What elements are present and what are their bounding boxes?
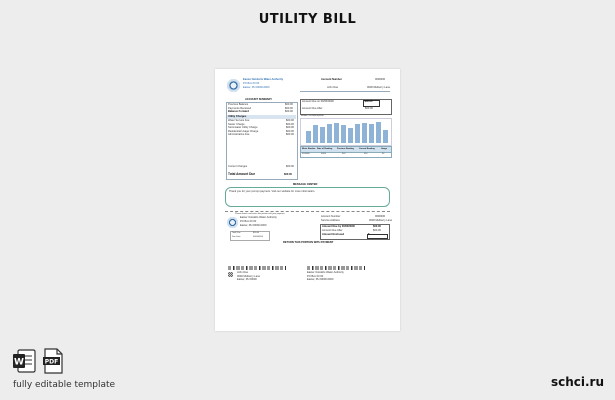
amount-due-value: $00.00: [364, 100, 373, 103]
current-charges-value: $00.00: [286, 165, 294, 168]
usage-chart: [300, 118, 392, 146]
remit-city: Easter, Pk 00000-0000: [307, 278, 334, 281]
usage-bar: [383, 129, 388, 143]
stub-enclosed-value: $: [368, 233, 370, 236]
usage-bar: [313, 125, 318, 143]
usage-bars: [305, 121, 389, 143]
total-due-value: $00.00: [284, 172, 292, 176]
mail-to-city: Easter, Pk 00000: [237, 278, 257, 281]
usage-header-cell: Date of Reading: [317, 148, 333, 150]
amount-enclosed-field[interactable]: [367, 233, 388, 240]
usage-header-cell: Previous Reading: [337, 148, 354, 150]
amount-after-value: $00.00: [365, 107, 373, 110]
return-portion-label: RETURN THIS PORTION WITH PAYMENT: [283, 241, 334, 244]
amount-after-label: Amount Due After: [302, 107, 323, 110]
site-name: schci.ru: [550, 375, 604, 389]
usage-value-cell: 0000000: [302, 153, 310, 155]
summary-row-label: Balance Forward: [228, 110, 249, 113]
usage-table: Meter Number Date of Reading Previous Re…: [300, 146, 392, 158]
usage-value-cell: 000: [364, 153, 368, 155]
qr-code-icon: [228, 272, 233, 277]
header-divider: [300, 91, 390, 92]
usage-table-divider: [301, 151, 391, 152]
summary-row-value: $00.00: [285, 110, 293, 113]
usage-bar: [376, 122, 381, 143]
usage-bar: [320, 126, 325, 143]
stub-small-label: Due Date: [232, 235, 241, 238]
usage-header-cell: Usage: [381, 148, 388, 150]
usage-value-cell: 000: [342, 153, 346, 155]
stub-company-city: Easter, Pk 00000-0000: [240, 224, 267, 227]
svg-text:W: W: [14, 358, 24, 368]
usage-bar: [362, 123, 367, 143]
mail-to-barcode: [228, 266, 286, 270]
footer-caption: fully editable template: [13, 380, 116, 390]
charge-row-value: $00.00: [286, 133, 294, 136]
usage-bar: [355, 124, 360, 143]
charges-title: Utility Charges: [228, 114, 247, 118]
usage-header-cell: Current Reading: [359, 148, 375, 150]
total-due-label: Total Amount Due: [228, 172, 256, 176]
usage-bar: [348, 127, 353, 143]
usage-bar: [369, 123, 374, 143]
usage-header-cell: Meter Number: [302, 148, 316, 150]
svg-text:PDF: PDF: [45, 359, 58, 366]
amount-due-label: Amount Due on 00/00/0000: [302, 100, 334, 103]
charge-row-label: Administrative Fee: [228, 133, 250, 136]
usage-value-cell: 00/00: [321, 153, 327, 155]
word-icon: W: [13, 349, 36, 373]
usage-bar: [334, 123, 339, 143]
stub-after-value: $00.00: [373, 229, 381, 232]
company-logo: [227, 79, 240, 92]
stub-small-value: $00.00: [253, 232, 260, 234]
usage-value-cell: 00: [382, 153, 385, 155]
stub-company-logo: [227, 217, 238, 228]
stub-enclosed-label: Amount Enclosed: [322, 233, 345, 236]
stub-service-label: Service Address: [321, 219, 340, 222]
usage-bar: [341, 125, 346, 143]
pdf-icon: PDF: [43, 348, 63, 374]
detach-instruction: Please detach and return this portion wi…: [235, 212, 285, 215]
current-charges-label: Current Charges: [228, 165, 248, 168]
stub-service-value: 0000 Mulberry Lane: [369, 219, 393, 222]
stub-small-label: Total Due: [232, 232, 241, 234]
stub-small-value: 00/00/0000: [253, 235, 264, 238]
page-title: UTILITY BILL: [258, 12, 357, 27]
account-number-label: Account Number: [321, 78, 342, 81]
customer-name: John Doe: [327, 86, 339, 89]
usage-bar: [306, 130, 311, 143]
usage-bar: [327, 124, 332, 143]
remit-barcode: [307, 266, 365, 270]
message-text: Thank you for your prompt payment. Visit…: [229, 190, 316, 193]
account-number-value: 0000000: [375, 78, 386, 81]
company-city: Easter, Pk 00000-0000: [243, 86, 270, 89]
utility-bill-document: Easter Outskirts Water Authority PO Box …: [215, 69, 400, 331]
customer-address: 0000 Mulberry Lane: [367, 86, 391, 89]
